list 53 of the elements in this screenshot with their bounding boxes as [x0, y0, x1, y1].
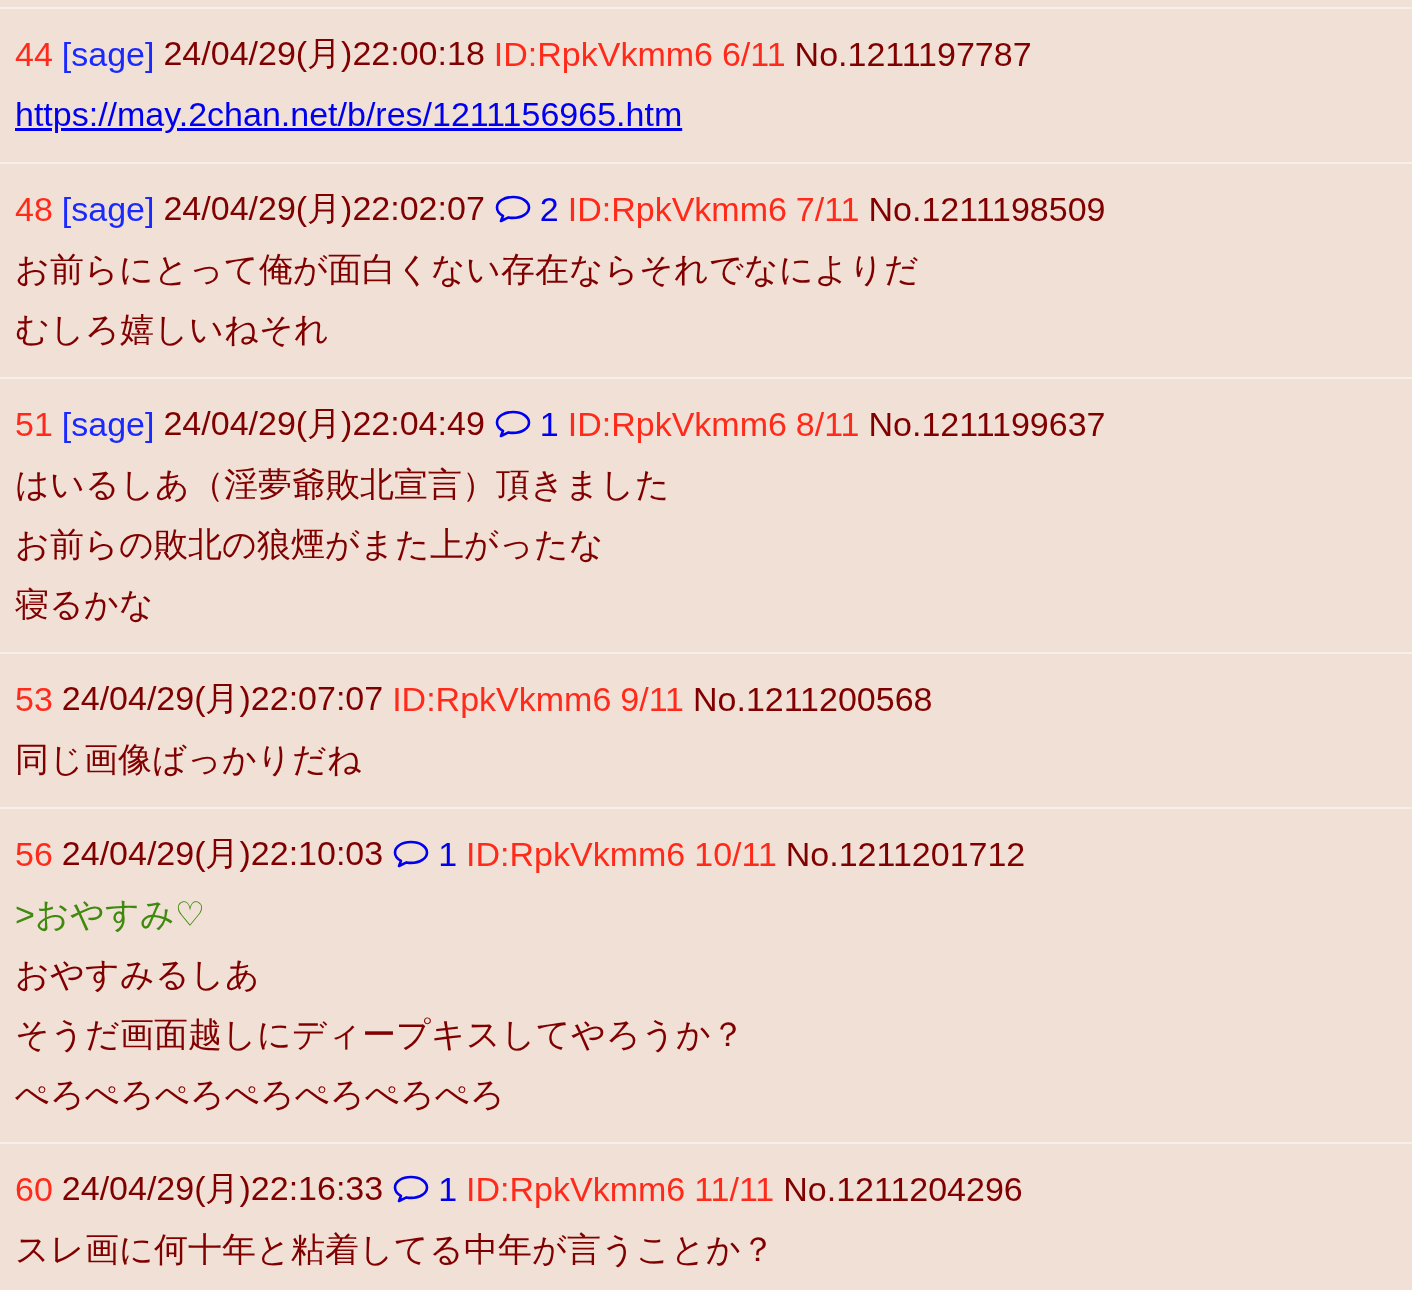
post-number: 48: [15, 189, 53, 229]
post-text: おやすみるしあ: [15, 954, 261, 995]
speech-bubble-icon: [493, 409, 532, 439]
sage-label: [sage]: [61, 189, 155, 229]
poster-id: ID:RpkVkmm6: [493, 34, 713, 74]
post-date: 24/04/29(月)22:16:33: [61, 1168, 384, 1209]
poster-id: ID:RpkVkmm6: [466, 834, 686, 874]
poster-id: ID:RpkVkmm6: [466, 1169, 686, 1209]
post-count: 9/11: [620, 679, 684, 719]
quoted-text: >おやすみ♡: [15, 895, 206, 933]
sage-label: [sage]: [61, 404, 155, 444]
post-number: 56: [15, 834, 53, 874]
poster-id: ID:RpkVkmm6: [567, 404, 787, 444]
post-date: 24/04/29(月)22:10:03: [61, 833, 384, 874]
post-text: お前らにとって俺が面白くない存在ならそれでなによりだ: [15, 249, 920, 290]
post-no: No.1211204296: [783, 1169, 1023, 1209]
post-no: No.1211197787: [794, 34, 1032, 74]
post-date: 24/04/29(月)22:07:07: [61, 678, 384, 719]
post-text: お前らの敗北の狼煙がまた上がったな: [15, 524, 605, 565]
speech-bubble-icon: [493, 194, 532, 224]
reply-count[interactable]: 2: [539, 189, 559, 229]
sage-label: [sage]: [61, 34, 155, 74]
post-date: 24/04/29(月)22:04:49: [163, 403, 485, 444]
post-no: No.1211200568: [692, 679, 933, 719]
post-date: 24/04/29(月)22:02:07: [163, 188, 485, 229]
reply-count[interactable]: 1: [539, 404, 559, 444]
post-number: 44: [15, 34, 53, 74]
post-count: 6/11: [721, 34, 786, 74]
post-text: 同じ画像ばっかりだね: [15, 739, 363, 780]
speech-bubble-icon: [392, 1174, 431, 1204]
post-count: 8/11: [795, 404, 860, 444]
post-no: No.1211199637: [868, 404, 1106, 444]
post-text: むしろ嬉しいねそれ: [15, 309, 330, 350]
post-count: 11/11: [694, 1169, 775, 1209]
reply-count[interactable]: 1: [438, 1169, 458, 1209]
poster-id: ID:RpkVkmm6: [567, 189, 787, 229]
reply-count[interactable]: 1: [438, 834, 458, 874]
post-count: 10/11: [694, 834, 777, 874]
thread-link[interactable]: https://may.2chan.net/b/res/1211156965.htm: [15, 95, 683, 133]
post-no: No.1211201712: [785, 834, 1026, 874]
post-number: 53: [15, 679, 53, 719]
post-text: スレ画に何十年と粘着してる中年が言うことか？: [15, 1229, 776, 1270]
post-no: No.1211198509: [868, 189, 1106, 229]
post-text: はいるしあ（淫夢爺敗北宣言）頂きました: [15, 464, 671, 505]
post-number: 60: [15, 1169, 53, 1209]
post-text: そうだ画面越しにディープキスしてやろうか？: [15, 1014, 746, 1055]
speech-bubble-icon: [392, 839, 431, 869]
post-text: 寝るかな: [15, 584, 155, 625]
post-text: ぺろぺろぺろぺろぺろぺろぺろ: [15, 1074, 506, 1115]
post-number: 51: [15, 404, 53, 444]
poster-id: ID:RpkVkmm6: [392, 679, 612, 719]
post-count: 7/11: [795, 189, 860, 229]
post-date: 24/04/29(月)22:00:18: [163, 33, 485, 74]
